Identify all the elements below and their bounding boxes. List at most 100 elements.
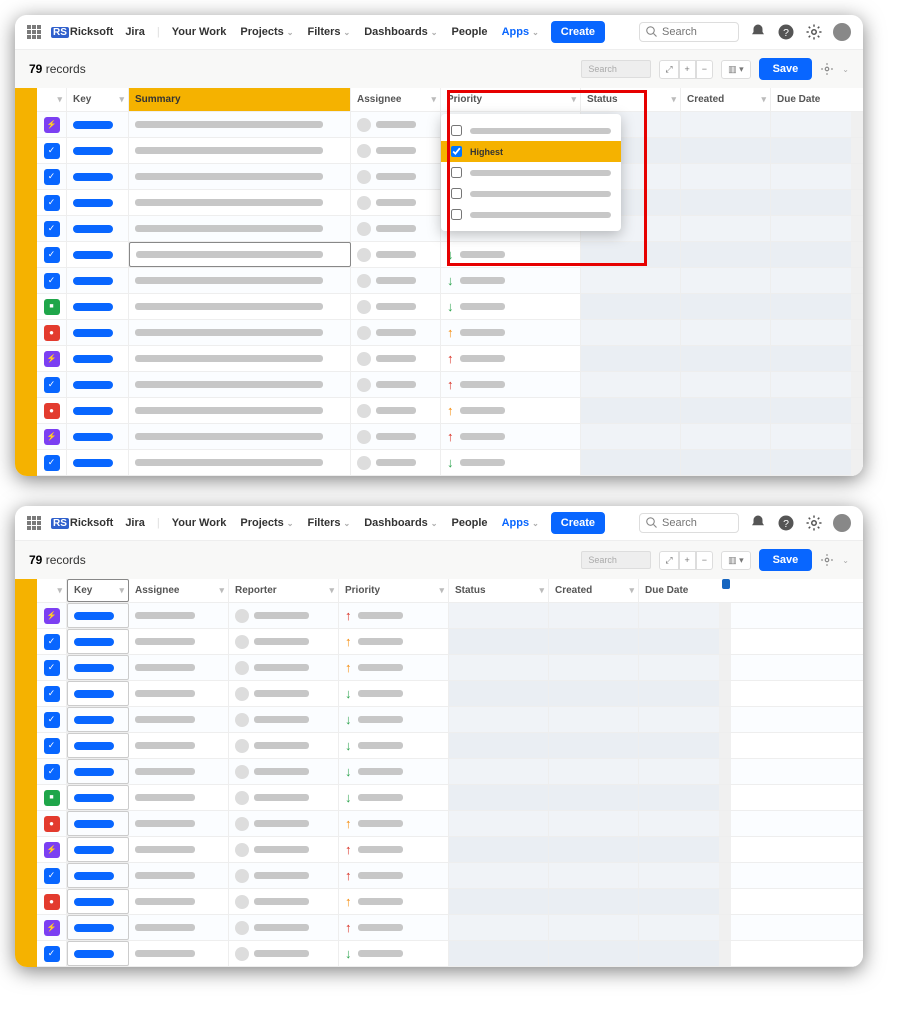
created-cell[interactable] xyxy=(681,164,771,189)
reporter-cell[interactable] xyxy=(229,629,339,654)
table-row[interactable]: ↑ xyxy=(37,603,863,629)
table-row[interactable]: ↑ xyxy=(37,372,863,398)
header-key[interactable]: Key▾ xyxy=(67,88,129,111)
issue-key[interactable] xyxy=(74,638,114,646)
assignee-cell[interactable] xyxy=(129,707,229,732)
priority-cell[interactable]: ↑ xyxy=(339,655,449,680)
created-cell[interactable] xyxy=(681,450,771,475)
header-status[interactable]: Status▾ xyxy=(581,88,681,111)
priority-cell[interactable]: ↑ xyxy=(339,603,449,628)
assignee-cell[interactable] xyxy=(351,320,441,345)
nav-your-work[interactable]: Your Work xyxy=(170,513,229,533)
layout-toggle[interactable]: ▥ ▾ xyxy=(721,60,751,79)
header-created[interactable]: Created▾ xyxy=(681,88,771,111)
created-cell[interactable] xyxy=(549,603,639,628)
due-cell[interactable] xyxy=(771,294,851,319)
due-cell[interactable] xyxy=(771,242,851,267)
layout-toggle[interactable]: ▥ ▾ xyxy=(721,551,751,570)
assignee-cell[interactable] xyxy=(129,889,229,914)
created-cell[interactable] xyxy=(681,320,771,345)
assignee-cell[interactable] xyxy=(351,372,441,397)
notification-icon[interactable] xyxy=(749,514,767,532)
summary-cell[interactable] xyxy=(129,138,351,163)
priority-cell[interactable]: ↑ xyxy=(339,863,449,888)
due-cell[interactable] xyxy=(771,346,851,371)
nav-people[interactable]: People xyxy=(449,22,489,42)
profile-avatar[interactable] xyxy=(833,23,851,41)
reporter-cell[interactable] xyxy=(229,837,339,862)
due-cell[interactable] xyxy=(771,320,851,345)
priority-cell[interactable]: ↑ xyxy=(441,398,581,423)
created-cell[interactable] xyxy=(681,112,771,137)
table-row[interactable]: ↓ xyxy=(37,707,863,733)
created-cell[interactable] xyxy=(681,424,771,449)
due-cell[interactable] xyxy=(639,707,719,732)
issue-key[interactable] xyxy=(73,407,113,415)
nav-apps[interactable]: Apps⌄ xyxy=(500,513,541,533)
table-row[interactable]: ↑ xyxy=(37,889,863,915)
status-cell[interactable] xyxy=(449,655,549,680)
status-cell[interactable] xyxy=(581,372,681,397)
settings-icon[interactable] xyxy=(805,514,823,532)
assignee-cell[interactable] xyxy=(351,450,441,475)
table-row[interactable]: ↓ xyxy=(37,941,863,967)
priority-option-2[interactable] xyxy=(441,162,621,183)
table-row[interactable]: ↑ xyxy=(37,837,863,863)
due-cell[interactable] xyxy=(771,450,851,475)
nav-dashboards[interactable]: Dashboards⌄ xyxy=(362,22,439,42)
status-cell[interactable] xyxy=(449,629,549,654)
scrollbar-track[interactable] xyxy=(851,88,863,111)
priority-option-highest[interactable]: Highest xyxy=(441,141,621,162)
priority-cell[interactable]: ↑ xyxy=(441,320,581,345)
app-switcher-icon[interactable] xyxy=(27,516,41,530)
table-row[interactable]: ↑ xyxy=(37,863,863,889)
due-cell[interactable] xyxy=(771,268,851,293)
zoom-in-button[interactable]: + xyxy=(679,60,696,79)
due-cell[interactable] xyxy=(771,164,851,189)
assignee-cell[interactable] xyxy=(351,346,441,371)
save-button[interactable]: Save xyxy=(759,58,813,80)
due-cell[interactable] xyxy=(639,915,719,940)
status-cell[interactable] xyxy=(449,863,549,888)
status-cell[interactable] xyxy=(581,346,681,371)
summary-cell[interactable] xyxy=(129,242,351,267)
assignee-cell[interactable] xyxy=(351,294,441,319)
status-cell[interactable] xyxy=(581,268,681,293)
due-cell[interactable] xyxy=(639,889,719,914)
global-search[interactable] xyxy=(639,513,739,533)
header-status[interactable]: Status▾ xyxy=(449,579,549,602)
priority-cell[interactable]: ↑ xyxy=(339,837,449,862)
status-cell[interactable] xyxy=(449,733,549,758)
summary-cell[interactable] xyxy=(129,294,351,319)
status-cell[interactable] xyxy=(449,759,549,784)
due-cell[interactable] xyxy=(771,372,851,397)
priority-cell[interactable]: ↓ xyxy=(339,733,449,758)
issue-key[interactable] xyxy=(73,199,113,207)
status-cell[interactable] xyxy=(449,889,549,914)
issue-key[interactable] xyxy=(74,872,114,880)
issue-key[interactable] xyxy=(73,225,113,233)
settings-icon[interactable] xyxy=(805,23,823,41)
assignee-cell[interactable] xyxy=(351,164,441,189)
created-cell[interactable] xyxy=(549,915,639,940)
status-cell[interactable] xyxy=(449,707,549,732)
priority-cell[interactable]: ↑ xyxy=(441,346,581,371)
reporter-cell[interactable] xyxy=(229,707,339,732)
reporter-cell[interactable] xyxy=(229,655,339,680)
assignee-cell[interactable] xyxy=(129,655,229,680)
summary-cell[interactable] xyxy=(129,216,351,241)
summary-cell[interactable] xyxy=(129,424,351,449)
created-cell[interactable] xyxy=(549,811,639,836)
due-cell[interactable] xyxy=(771,398,851,423)
created-cell[interactable] xyxy=(681,138,771,163)
reporter-cell[interactable] xyxy=(229,785,339,810)
assignee-cell[interactable] xyxy=(129,785,229,810)
status-cell[interactable] xyxy=(449,603,549,628)
header-due[interactable]: Due Date xyxy=(639,579,719,602)
nav-your-work[interactable]: Your Work xyxy=(170,22,229,42)
created-cell[interactable] xyxy=(549,837,639,862)
due-cell[interactable] xyxy=(639,941,719,966)
header-key[interactable]: Key▾ xyxy=(67,579,129,602)
status-cell[interactable] xyxy=(449,915,549,940)
issue-key[interactable] xyxy=(73,329,113,337)
